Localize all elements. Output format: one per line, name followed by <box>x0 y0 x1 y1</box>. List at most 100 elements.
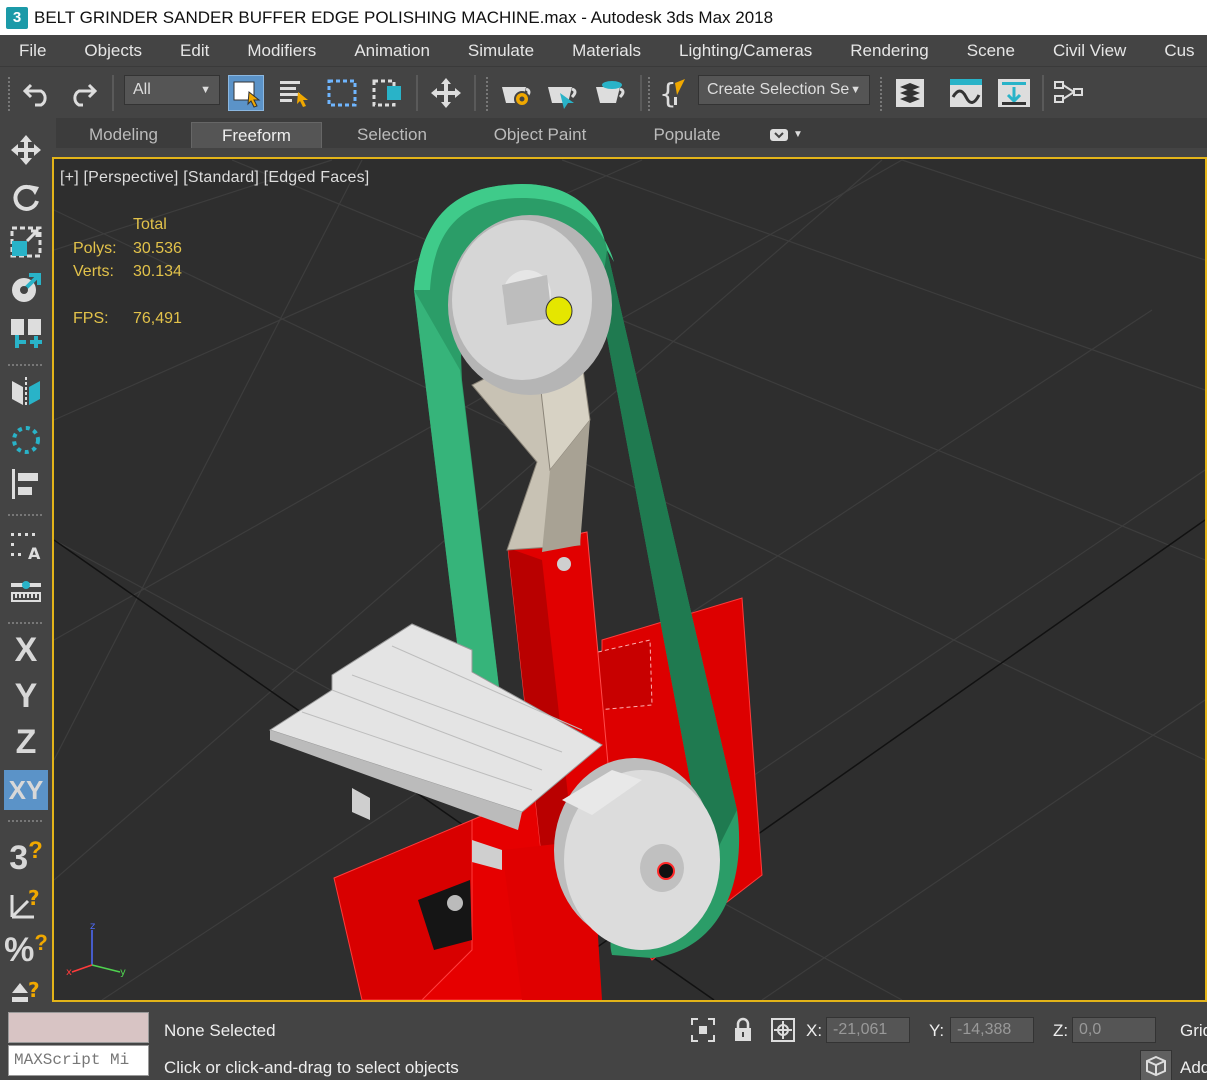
polys-label: Polys: <box>73 240 117 257</box>
ribbon-toggle-icon <box>770 129 789 141</box>
menu-materials[interactable]: Materials <box>553 41 660 61</box>
axis-x-button[interactable]: X <box>4 630 48 670</box>
tab-modeling[interactable]: Modeling <box>56 122 191 148</box>
perspective-viewport[interactable]: z x y [+] [Perspective] [Standard] [Edge… <box>52 157 1207 1002</box>
menu-file[interactable]: File <box>0 41 65 61</box>
mirror-icon[interactable] <box>4 372 48 412</box>
tab-populate[interactable]: Populate <box>618 122 756 148</box>
snap-icon[interactable] <box>4 314 48 354</box>
toolbar-separator <box>416 75 418 111</box>
menu-modifiers[interactable]: Modifiers <box>228 41 335 61</box>
select-object-icon[interactable] <box>228 75 264 111</box>
add-time-tag-button[interactable] <box>1140 1050 1172 1080</box>
named-selection-icon[interactable]: { <box>656 75 692 111</box>
gizmo-x-label: x <box>66 967 72 978</box>
toolbar-separator <box>112 75 114 111</box>
isolate-selection-icon[interactable] <box>690 1017 716 1043</box>
maxscript-listener-input[interactable]: MAXScript Mi <box>8 1045 149 1076</box>
ribbon-tabs: Modeling Freeform Selection Object Paint… <box>56 118 1207 148</box>
place-icon[interactable] <box>4 268 48 308</box>
render-production-icon[interactable] <box>592 75 628 111</box>
tab-freeform[interactable]: Freeform <box>191 122 322 148</box>
window-title: BELT GRINDER SANDER BUFFER EDGE POLISHIN… <box>34 7 774 27</box>
command-toolbar: A X Y Z XY 3? ? %? ? <box>0 118 52 1008</box>
snap-toggle-icon[interactable]: 3? <box>4 837 48 878</box>
undo-icon[interactable] <box>20 75 56 111</box>
ribbon-options-button[interactable]: ▼ <box>756 122 816 148</box>
x-coord-label: X: <box>806 1021 823 1040</box>
menu-civil-view[interactable]: Civil View <box>1034 41 1145 61</box>
selection-filter-value: All <box>133 81 151 98</box>
question-icon: ? <box>28 837 43 864</box>
percent-snap-icon[interactable]: %? <box>4 930 48 970</box>
viewport-label[interactable]: [+] [Perspective] [Standard] [Edged Face… <box>60 169 369 187</box>
lock-selection-icon[interactable] <box>730 1017 756 1043</box>
curve-editor-icon[interactable] <box>948 75 984 111</box>
select-by-name-icon[interactable] <box>276 75 312 111</box>
stats-header: Total <box>133 216 167 233</box>
chevron-down-icon: ▼ <box>850 84 861 96</box>
toolbar-separator <box>8 514 44 516</box>
menu-bar: File Objects Edit Modifiers Animation Si… <box>0 35 1207 66</box>
toolbar-separator <box>8 820 44 822</box>
top-pulley <box>448 215 612 395</box>
z-coord-label: Z: <box>1053 1021 1069 1040</box>
chevron-down-icon: ▼ <box>793 129 803 140</box>
maxscript-output[interactable] <box>8 1012 149 1043</box>
toolbar-separator <box>8 622 44 624</box>
verts-value: 30.134 <box>133 263 182 280</box>
snap-3d-label: 3 <box>9 838 29 877</box>
array-icon[interactable] <box>4 420 48 460</box>
selection-status: None Selected <box>164 1021 276 1040</box>
toolbar-grip <box>880 75 882 111</box>
menu-rendering[interactable]: Rendering <box>831 41 947 61</box>
chevron-down-icon: ▼ <box>200 84 211 96</box>
tab-selection[interactable]: Selection <box>322 122 462 148</box>
menu-objects[interactable]: Objects <box>65 41 161 61</box>
menu-animation[interactable]: Animation <box>335 41 449 61</box>
rotate-icon[interactable] <box>4 178 48 218</box>
question-icon: ? <box>34 930 48 955</box>
z-coord-field[interactable]: 0,0 <box>1072 1017 1156 1043</box>
align-icon[interactable] <box>996 75 1032 111</box>
layer-explorer-icon[interactable] <box>892 75 928 111</box>
main-toolbar: All ▼ { Create Selection Se ▼ <box>0 66 1207 118</box>
toolbar-grip <box>648 75 650 111</box>
toolbar-separator <box>640 75 642 111</box>
render-frame-icon[interactable] <box>544 75 580 111</box>
spacing-icon[interactable]: A <box>4 526 48 566</box>
gizmo-z-label: z <box>90 921 95 932</box>
toolbar-grip <box>8 75 10 111</box>
tab-object-paint[interactable]: Object Paint <box>462 122 618 148</box>
render-setup-icon[interactable] <box>498 75 534 111</box>
redo-icon[interactable] <box>64 75 100 111</box>
menu-customize[interactable]: Cus <box>1145 41 1207 61</box>
menu-simulate[interactable]: Simulate <box>449 41 553 61</box>
rectangular-selection-icon[interactable] <box>324 75 360 111</box>
selection-set-dropdown[interactable]: Create Selection Se ▼ <box>698 75 870 105</box>
axis-z-button[interactable]: Z <box>4 722 48 762</box>
schematic-view-icon[interactable] <box>1052 75 1088 111</box>
select-and-move-icon[interactable] <box>428 75 464 111</box>
align-icon[interactable] <box>4 464 48 504</box>
x-coord-field[interactable]: -21,061 <box>826 1017 910 1043</box>
svg-text:?: ? <box>28 887 40 910</box>
menu-edit[interactable]: Edit <box>161 41 228 61</box>
svg-text:A: A <box>28 544 41 563</box>
axis-y-button[interactable]: Y <box>4 676 48 716</box>
axis-gizmo: z x y <box>66 921 126 978</box>
scale-icon[interactable] <box>4 222 48 262</box>
measure-icon[interactable] <box>4 572 48 612</box>
app-icon: 3 <box>6 6 28 29</box>
menu-scene[interactable]: Scene <box>948 41 1034 61</box>
angle-snap-icon[interactable]: ? <box>4 884 48 924</box>
window-crossing-icon[interactable] <box>370 75 406 111</box>
axis-xy-button[interactable]: XY <box>4 770 48 810</box>
menu-lighting-cameras[interactable]: Lighting/Cameras <box>660 41 831 61</box>
move-icon[interactable] <box>4 130 48 170</box>
y-coord-field[interactable]: -14,388 <box>950 1017 1034 1043</box>
absolute-mode-icon[interactable] <box>770 1017 796 1043</box>
fps-value: 76,491 <box>133 310 182 327</box>
selection-set-value: Create Selection Se <box>707 81 850 98</box>
selection-filter-dropdown[interactable]: All ▼ <box>124 75 220 105</box>
